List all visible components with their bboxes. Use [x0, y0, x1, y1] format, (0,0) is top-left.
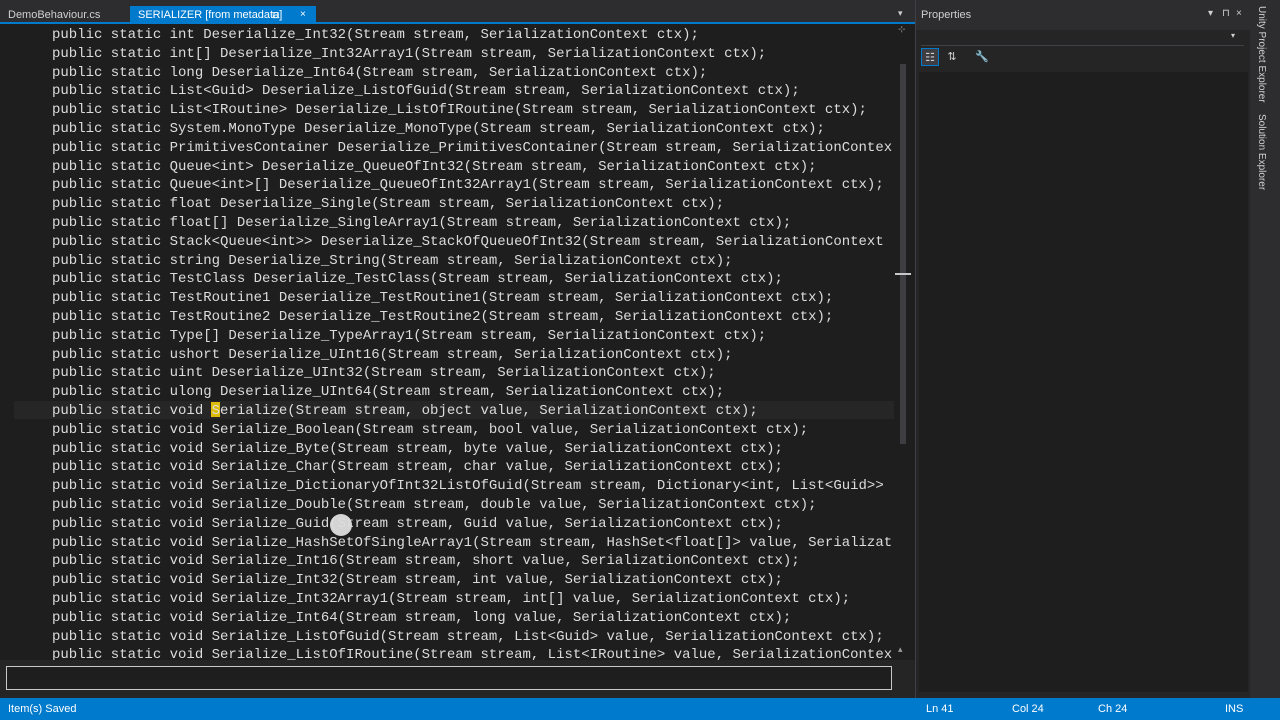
code-editor[interactable]: public static int Deserialize_Int32(Stre… [0, 24, 895, 660]
code-line[interactable]: public static string Deserialize_String(… [52, 252, 733, 270]
code-line[interactable]: public static void Serialize_Int32Array1… [52, 590, 850, 608]
status-col: Col 24 [1012, 703, 1044, 715]
code-line[interactable]: public static void Serialize_Byte(Stream… [52, 440, 783, 458]
tab-label: DemoBehaviour.cs [8, 9, 101, 21]
scrollbar-position-mark [895, 273, 911, 275]
code-line[interactable]: public static ushort Deserialize_UInt16(… [52, 346, 733, 364]
tab-overflow-icon[interactable]: ▾ [898, 8, 903, 19]
code-line[interactable]: public static Type[] Deserialize_TypeArr… [52, 327, 766, 345]
code-line[interactable]: public static PrimitivesContainer Deseri… [52, 139, 892, 157]
code-line[interactable]: public static void Serialize_HashSetOfSi… [52, 534, 892, 552]
code-line[interactable]: public static Stack<Queue<int>> Deserial… [52, 233, 884, 251]
code-line[interactable]: public static TestRoutine2 Deserialize_T… [52, 308, 833, 326]
panel-menu-icon[interactable]: ▾ [1208, 8, 1213, 19]
alphabetical-icon[interactable]: ⇅ [943, 48, 961, 66]
code-line[interactable]: public static int[] Deserialize_Int32Arr… [52, 45, 766, 63]
code-line[interactable]: public static void Serialize_Int64(Strea… [52, 609, 791, 627]
code-line[interactable]: public static int Deserialize_Int32(Stre… [52, 26, 699, 44]
code-line[interactable]: public static System.MonoType Deserializ… [52, 120, 825, 138]
tab-unity-project-explorer[interactable]: Unity Project Explorer [1256, 6, 1267, 103]
document-tab-strip: DemoBehaviour.cs SERIALIZER [from metada… [0, 0, 915, 24]
status-bar: Item(s) Saved Ln 41 Col 24 Ch 24 INS [0, 698, 1280, 720]
status-ch: Ch 24 [1098, 703, 1128, 715]
command-input[interactable] [6, 666, 892, 690]
code-line[interactable]: public static uint Deserialize_UInt32(St… [52, 364, 716, 382]
code-line[interactable]: public static float Deserialize_Single(S… [52, 195, 724, 213]
code-line[interactable]: public static void Serialize(Stream stre… [52, 402, 758, 420]
tab-label: SERIALIZER [from metadata] [138, 9, 283, 21]
code-line[interactable]: public static Queue<int> Deserialize_Que… [52, 158, 817, 176]
editor-margin [0, 24, 14, 660]
code-line[interactable]: public static void Serialize_Int16(Strea… [52, 552, 800, 570]
properties-grid [919, 72, 1248, 692]
code-line[interactable]: public static float[] Deserialize_Single… [52, 214, 791, 232]
object-selector-dropdown[interactable]: ▾ [921, 31, 1244, 46]
properties-title: Properties [921, 9, 972, 21]
split-handle-icon[interactable]: ⊹ [898, 24, 906, 35]
code-line[interactable]: public static List<Guid> Deserialize_Lis… [52, 82, 800, 100]
code-line[interactable]: public static List<IRoutine> Deserialize… [52, 101, 867, 119]
property-pages-icon[interactable]: 🔧 [973, 48, 991, 66]
scroll-down-icon[interactable]: ▴ [898, 644, 903, 655]
scrollbar-thumb[interactable] [900, 64, 906, 444]
code-line[interactable]: public static void Serialize_Char(Stream… [52, 458, 783, 476]
code-line[interactable]: public static long Deserialize_Int64(Str… [52, 64, 707, 82]
code-line[interactable]: public static void Serialize_DictionaryO… [52, 477, 884, 495]
tab-solution-explorer[interactable]: Solution Explorer [1256, 114, 1267, 190]
code-line[interactable]: public static ulong Deserialize_UInt64(S… [52, 383, 724, 401]
code-line[interactable]: public static void Serialize_ListOfIRout… [52, 646, 892, 660]
editor-vertical-scrollbar[interactable]: ⊹ ▴ [895, 24, 911, 660]
code-line[interactable]: public static void Serialize_Guid(Stream… [52, 515, 783, 533]
pin-icon[interactable]: ⊓ [1222, 8, 1230, 19]
chevron-down-icon: ▾ [1231, 31, 1236, 40]
side-tool-tabs: Unity Project Explorer Solution Explorer [1250, 0, 1280, 698]
code-line[interactable]: public static void Serialize_Double(Stre… [52, 496, 817, 514]
status-mode: INS [1225, 703, 1244, 715]
code-line[interactable]: public static void Serialize_ListOfGuid(… [52, 628, 884, 646]
status-line: Ln 41 [926, 703, 954, 715]
code-line[interactable]: public static TestRoutine1 Deserialize_T… [52, 289, 833, 307]
code-line[interactable]: public static void Serialize_Int32(Strea… [52, 571, 783, 589]
bottom-input-bar [0, 660, 915, 698]
categorized-icon[interactable]: ☷ [921, 48, 939, 66]
close-icon[interactable]: × [1236, 8, 1242, 19]
code-line[interactable]: public static void Serialize_Boolean(Str… [52, 421, 808, 439]
code-line[interactable]: public static TestClass Deserialize_Test… [52, 270, 783, 288]
code-line[interactable]: public static Queue<int>[] Deserialize_Q… [52, 176, 884, 194]
properties-panel: Properties ▾ ⊓ × ▾ ☷ ⇅ 🔧 [915, 0, 1251, 698]
properties-header: Properties ▾ ⊓ × [916, 0, 1251, 30]
status-message: Item(s) Saved [8, 703, 77, 715]
